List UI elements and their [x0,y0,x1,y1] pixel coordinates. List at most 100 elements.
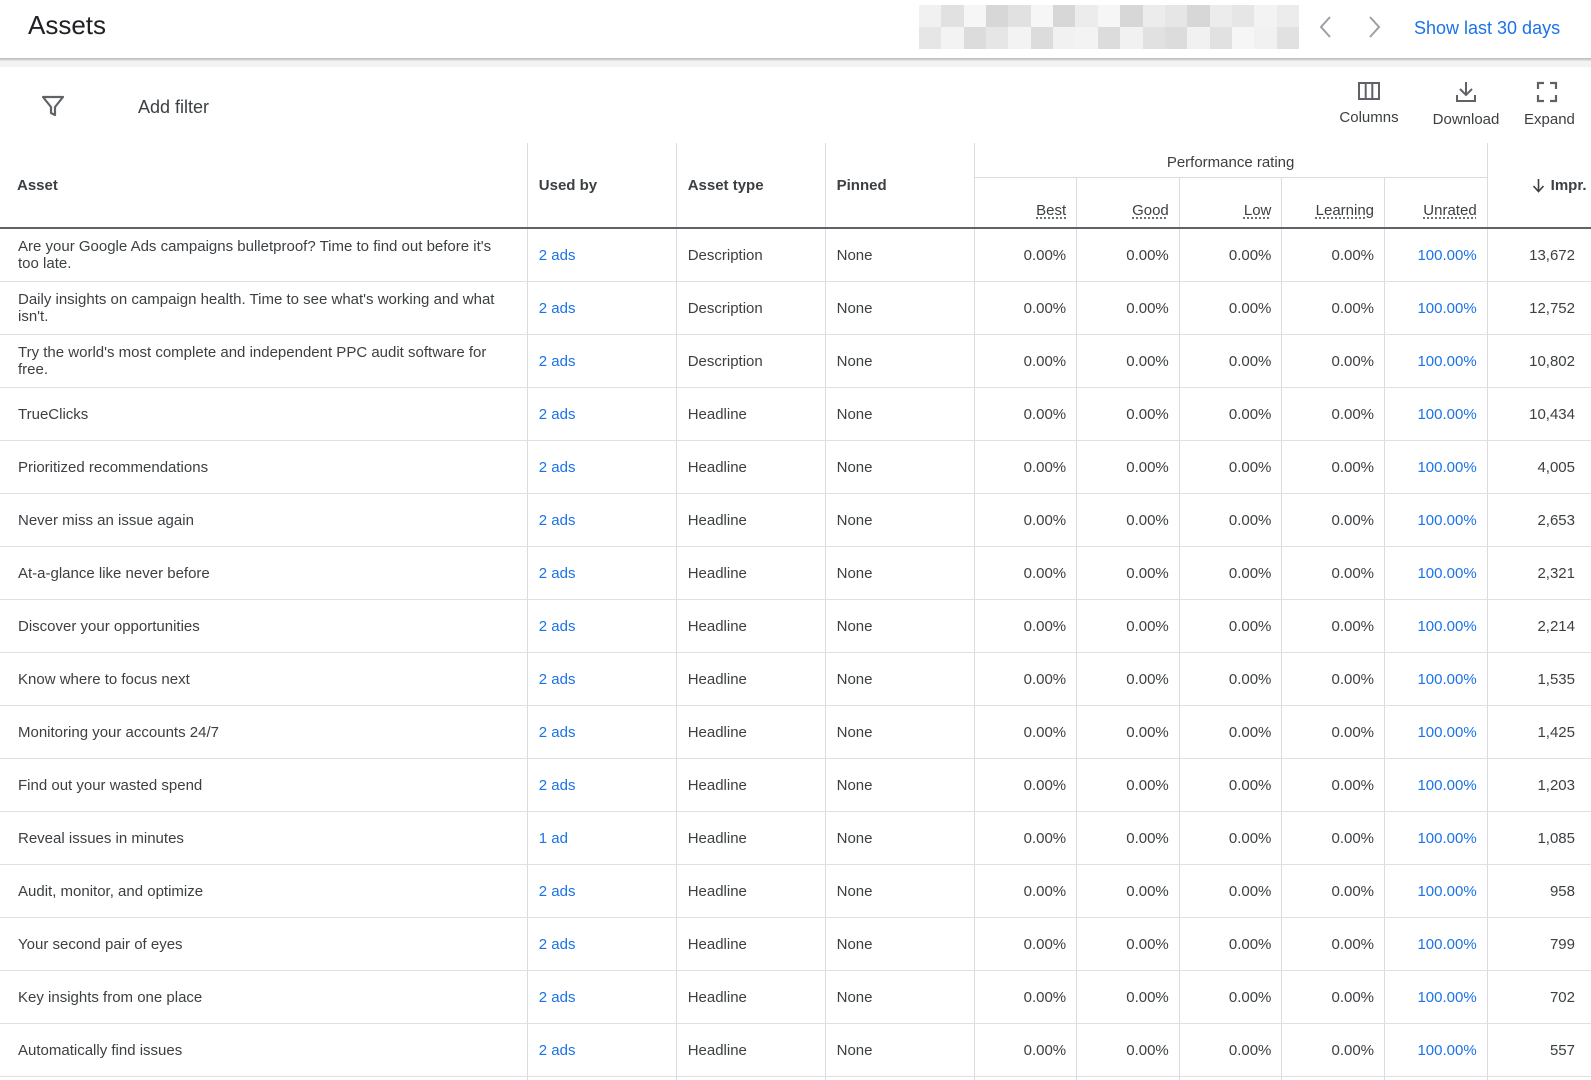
used-by-link[interactable]: 2 ads [527,970,677,1024]
arrow-down-icon [1532,178,1544,193]
good-cell: 0.00% [1076,758,1180,812]
unrated-link[interactable]: 100.00% [1384,599,1488,653]
table-row[interactable]: Prioritized recommendations 2 ads Headline… [0,440,1591,494]
table-row[interactable]: Try the world's most complete and indepe… [0,334,1591,388]
used-by-link[interactable]: 2 ads [527,546,677,600]
used-by-link[interactable]: 2 ads [527,281,677,335]
unrated-link[interactable]: 100.00% [1384,493,1488,547]
chevron-right-icon [1369,16,1381,38]
used-by-link[interactable]: 2 ads [527,1076,677,1080]
unrated-link[interactable]: 100.00% [1384,440,1488,494]
good-cell: 0.00% [1076,1076,1180,1080]
unrated-link[interactable]: 100.00% [1384,281,1488,335]
best-cell: 0.00% [974,705,1078,759]
asset-type-cell: Headline [676,758,826,812]
show-last-30-days-link[interactable]: Show last 30 days [1414,18,1560,39]
unrated-link[interactable]: 100.00% [1384,1023,1488,1077]
table-row[interactable]: Daily insights on campaign health. Time … [0,281,1591,335]
next-period-button[interactable] [1360,10,1390,44]
filter-icon[interactable] [40,93,66,119]
expand-button[interactable]: Expand [1514,81,1591,139]
low-cell: 0.00% [1179,334,1283,388]
redaction-block [1008,27,1031,49]
columns-button[interactable]: Columns [1324,81,1414,139]
used-by-link[interactable]: 1 ad [527,811,677,865]
unrated-link[interactable]: 100.00% [1384,917,1488,971]
best-cell: 0.00% [974,652,1078,706]
unrated-link[interactable]: 100.00% [1384,758,1488,812]
used-by-link[interactable]: 2 ads [527,493,677,547]
good-cell: 0.00% [1076,1023,1180,1077]
table-row[interactable]: Audit, monitor, and optimize 2 ads Headlin… [0,864,1591,918]
unrated-link[interactable]: 100.00% [1384,652,1488,706]
table-row[interactable]: Monitoring your accounts 24/7 2 ads Headli… [0,705,1591,759]
impr-cell: 10,802 [1487,334,1591,388]
table-row[interactable]: Your second pair of eyes 2 ads Headline Non… [0,917,1591,971]
good-cell: 0.00% [1076,599,1180,653]
used-by-link[interactable]: 2 ads [527,228,677,282]
low-cell: 0.00% [1179,546,1283,600]
asset-cell: Prioritized recommendations [0,440,528,494]
used-by-link[interactable]: 2 ads [527,1023,677,1077]
impr-cell: 13,672 [1487,228,1591,282]
column-header-asset[interactable]: Asset [0,143,528,229]
learning-cell: 0.00% [1281,334,1386,388]
used-by-link[interactable]: 2 ads [527,864,677,918]
asset-cell: Audit, monitor, and optimize [0,864,528,918]
impr-cell: 10,434 [1487,387,1591,441]
column-header-learning[interactable]: Learning [1281,177,1386,229]
download-button[interactable]: Download [1421,81,1511,139]
best-cell: 0.00% [974,758,1078,812]
table-row[interactable]: Never miss an issue again 2 ads Headline No… [0,493,1591,547]
column-header-good[interactable]: Good [1076,177,1180,229]
impr-cell: 2,321 [1487,546,1591,600]
column-header-low[interactable]: Low [1179,177,1283,229]
previous-period-button[interactable] [1310,10,1340,44]
used-by-link[interactable]: 2 ads [527,599,677,653]
table-row[interactable]: At-a-glance like never before 2 ads Headli… [0,546,1591,600]
column-header-used-by[interactable]: Used by [527,143,677,229]
table-row[interactable]: Proven scoring methodology2 adsHeadlineN… [0,1076,1591,1080]
good-cell: 0.00% [1076,705,1180,759]
column-header-pinned[interactable]: Pinned [825,143,975,229]
redaction-block [1120,27,1143,49]
table-row[interactable]: Discover your opportunities 2 ads Headline… [0,599,1591,653]
column-header-unrated[interactable]: Unrated [1384,177,1488,229]
used-by-link[interactable]: 2 ads [527,705,677,759]
column-header-asset-type[interactable]: Asset type [676,143,826,229]
table-row[interactable]: TrueClicks 2 ads Headline None 0.00% 0.00% 0.0… [0,387,1591,441]
unrated-link[interactable]: 100.00% [1384,864,1488,918]
unrated-link[interactable]: 100.00% [1384,387,1488,441]
unrated-link[interactable]: 100.00% [1384,546,1488,600]
column-header-impr[interactable]: Impr. [1487,143,1591,229]
unrated-link[interactable]: 100.00% [1384,811,1488,865]
add-filter-button[interactable]: Add filter [138,97,209,118]
asset-type-cell: Headline [676,970,826,1024]
best-cell: 0.00% [974,546,1078,600]
pinned-cell: None [825,387,975,441]
used-by-link[interactable]: 2 ads [527,758,677,812]
unrated-link[interactable]: 100.00% [1384,228,1488,282]
unrated-link[interactable]: 100.00% [1384,970,1488,1024]
unrated-link[interactable]: 100.00% [1384,1076,1488,1080]
used-by-link[interactable]: 2 ads [527,334,677,388]
learning-cell: 0.00% [1281,917,1386,971]
table-row[interactable]: Automatically find issues 2 ads Headline No… [0,1023,1591,1077]
date-range-redacted[interactable] [919,5,1299,49]
used-by-link[interactable]: 2 ads [527,387,677,441]
column-header-best[interactable]: Best [974,177,1078,229]
redaction-block [986,5,1009,27]
used-by-link[interactable]: 2 ads [527,652,677,706]
used-by-link[interactable]: 2 ads [527,440,677,494]
table-row[interactable]: Reveal issues in minutes 1 ad Headline None… [0,811,1591,865]
table-row[interactable]: Key insights from one place 2 ads Headline… [0,970,1591,1024]
table-row[interactable]: Find out your wasted spend 2 ads Headline N… [0,758,1591,812]
low-cell: 0.00% [1179,705,1283,759]
redaction-block [986,27,1009,49]
impr-cell: 4,005 [1487,440,1591,494]
unrated-link[interactable]: 100.00% [1384,334,1488,388]
used-by-link[interactable]: 2 ads [527,917,677,971]
table-row[interactable]: Are your Google Ads campaigns bulletproo… [0,228,1591,282]
table-row[interactable]: Know where to focus next 2 ads Headline Non… [0,652,1591,706]
unrated-link[interactable]: 100.00% [1384,705,1488,759]
